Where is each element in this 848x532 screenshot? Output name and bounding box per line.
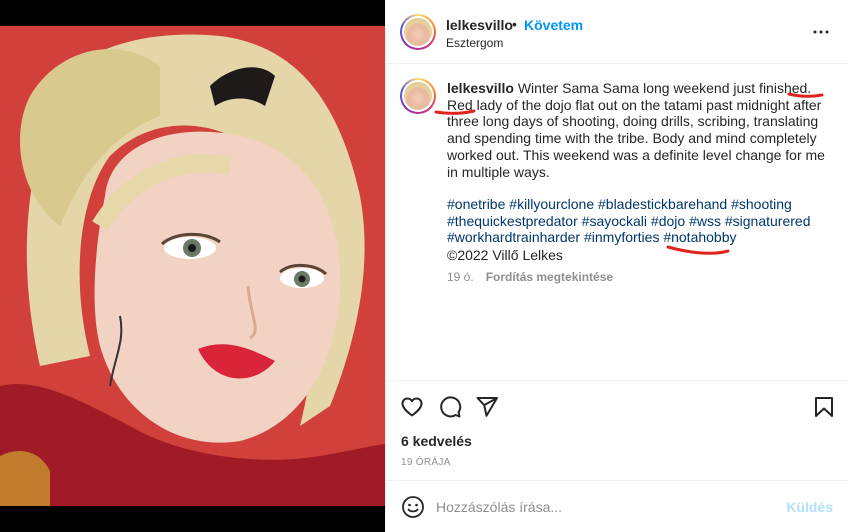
send-button[interactable]: Küldés (786, 499, 833, 515)
caption-block: lelkesvillo Winter Sama Sama long weeken… (386, 64, 848, 380)
hashtag[interactable]: #wss (689, 213, 721, 229)
caption-text: lelkesvillo Winter Sama Sama long weeken… (447, 80, 827, 180)
hashtag[interactable]: #notahobby (663, 229, 736, 245)
post-header: lelkesvillo • Követem Esztergom (386, 0, 848, 64)
hashtag[interactable]: #thequickestpredator (447, 213, 578, 229)
hashtag[interactable]: #dojo (651, 213, 685, 229)
hashtag[interactable]: #signaturered (725, 213, 811, 229)
hashtag[interactable]: #bladestickbarehand (598, 196, 727, 212)
hashtag[interactable]: #inmyforties (584, 229, 659, 245)
post-side-panel: lelkesvillo • Követem Esztergom lelkesvi… (385, 0, 848, 532)
action-bar: 6 kedvelés 19 ÓRÁJA (386, 380, 848, 480)
heart-icon[interactable] (400, 395, 424, 419)
hashtag[interactable]: #sayockali (582, 213, 647, 229)
more-options-icon[interactable] (809, 20, 833, 44)
bookmark-icon[interactable] (812, 395, 836, 419)
emoji-icon[interactable] (401, 495, 425, 519)
caption-highlight: Red lady (447, 96, 503, 113)
comment-input[interactable] (436, 496, 776, 518)
annotation-underline-notahobby (666, 245, 730, 255)
author-username[interactable]: lelkesvillo (446, 17, 513, 33)
separator-dot: • (512, 16, 517, 32)
hashtag[interactable]: #shooting (731, 196, 792, 212)
hashtag[interactable]: #onetribe (447, 196, 505, 212)
hashtag[interactable]: #workhardtrainharder (447, 229, 580, 245)
caption-username[interactable]: lelkesvillo (447, 80, 514, 96)
author-avatar[interactable] (400, 14, 436, 50)
translate-link[interactable]: Fordítás megtekintése (486, 270, 613, 284)
like-count[interactable]: 6 kedvelés (401, 433, 472, 449)
caption-avatar[interactable] (400, 78, 436, 114)
caption-text-before: Winter Sama Sama long weekend just finis… (513, 80, 812, 96)
comment-icon[interactable] (438, 395, 462, 419)
caption-age[interactable]: 19 ó. (447, 270, 474, 284)
caption-meta: 19 ó. Fordítás megtekintése (447, 270, 613, 284)
post-timestamp[interactable]: 19 ÓRÁJA (401, 457, 451, 468)
caption-text-after: of the dojo flat out on the tatami past … (447, 96, 825, 180)
hashtag[interactable]: #killyourclone (509, 196, 594, 212)
share-icon[interactable] (475, 395, 499, 419)
post-photo[interactable] (0, 26, 385, 506)
copyright-text: ©2022 Villő Lelkes (447, 247, 563, 263)
follow-button[interactable]: Követem (524, 17, 583, 33)
comment-composer: Küldés (386, 480, 848, 532)
hashtag-list: #onetribe #killyourclone #bladestickbare… (447, 196, 827, 246)
post-location[interactable]: Esztergom (446, 36, 503, 50)
photo-pane (0, 0, 385, 532)
